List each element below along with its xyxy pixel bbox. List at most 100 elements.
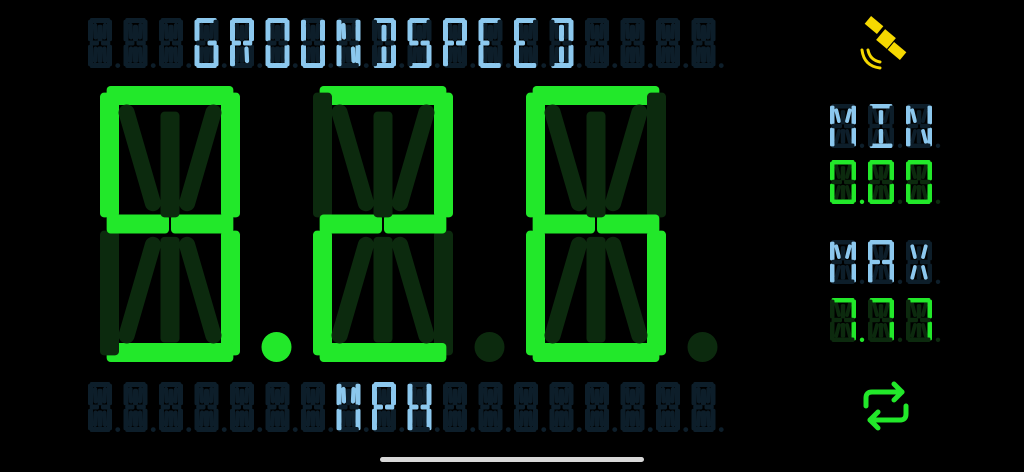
segment-b <box>426 383 432 406</box>
segment-g2 <box>314 40 324 46</box>
segment-m <box>845 265 852 280</box>
refresh-icon[interactable] <box>858 380 914 432</box>
segment-h <box>554 386 560 404</box>
segment-l <box>594 410 600 427</box>
segment-e <box>830 183 835 203</box>
segment-g1 <box>515 404 525 410</box>
segment-h <box>872 302 879 317</box>
segment-i <box>840 304 846 319</box>
segment-d <box>106 343 234 362</box>
segment-f <box>906 105 911 125</box>
segment-i <box>840 166 846 181</box>
segment-g2 <box>598 404 608 410</box>
title-dot <box>115 63 121 68</box>
title-dot <box>257 63 263 68</box>
segment-e <box>100 230 119 356</box>
segment-i <box>594 24 600 42</box>
segment-j <box>386 386 392 404</box>
segment-e <box>372 44 377 67</box>
segment-a <box>831 160 855 165</box>
segment-b <box>178 19 183 42</box>
segment-i <box>346 24 351 42</box>
segment-b <box>675 19 680 42</box>
segment-d <box>907 143 931 148</box>
segment-e <box>443 44 448 67</box>
segment-m <box>173 46 179 64</box>
segment-i <box>559 24 564 42</box>
segment-m <box>634 46 640 64</box>
segment-g2 <box>314 404 324 410</box>
segment-i <box>701 388 706 406</box>
segment-l <box>168 46 174 63</box>
segment-j <box>102 386 108 404</box>
min-label-cell <box>868 104 894 148</box>
segment-g2 <box>136 40 146 46</box>
segment-b <box>462 383 467 406</box>
title-dot <box>399 63 405 68</box>
title-dot <box>328 63 334 68</box>
segment-f <box>868 299 873 319</box>
segment-e <box>265 44 271 67</box>
home-indicator[interactable] <box>380 457 644 462</box>
segment-l <box>840 265 846 280</box>
segment-j <box>350 386 356 404</box>
segment-g1 <box>480 40 490 46</box>
segment-m <box>102 46 108 64</box>
segment-g1 <box>869 317 880 323</box>
segment-g2 <box>243 404 253 410</box>
segment-i <box>275 24 280 42</box>
segment-j <box>883 108 890 123</box>
segment-b <box>320 19 325 42</box>
segment-k <box>696 410 702 428</box>
segment-b <box>889 161 894 181</box>
segment-l <box>594 46 600 63</box>
segment-b <box>568 19 574 42</box>
segment-e <box>868 321 873 341</box>
segment-l <box>310 410 316 427</box>
segment-l <box>168 410 174 427</box>
unit-cell <box>301 382 325 432</box>
segment-d <box>831 199 855 204</box>
segment-l <box>586 236 606 343</box>
unit-cell <box>230 382 254 432</box>
segment-m <box>605 236 648 344</box>
segment-b <box>889 241 894 261</box>
segment-f <box>656 19 661 42</box>
segment-l <box>373 236 393 343</box>
segment-i <box>97 388 103 406</box>
segment-g1 <box>125 404 135 410</box>
unit-dot <box>328 427 334 432</box>
segment-k <box>92 46 98 64</box>
segment-m <box>279 46 285 64</box>
segment-b <box>213 383 219 406</box>
satellite-icon[interactable] <box>858 16 914 70</box>
segment-j <box>705 386 711 404</box>
segment-l <box>381 410 387 427</box>
segment-f <box>585 19 590 42</box>
title-cell <box>159 18 183 68</box>
segment-g1 <box>693 40 703 46</box>
segment-k <box>92 410 98 428</box>
segment-h <box>589 386 595 404</box>
unit-dot <box>470 427 476 432</box>
segment-g2 <box>384 214 447 234</box>
segment-d <box>869 199 893 204</box>
segment-j <box>137 386 143 404</box>
title-dot <box>647 63 653 68</box>
segment-j <box>208 22 214 40</box>
segment-f <box>585 383 590 406</box>
segment-h <box>834 164 841 179</box>
segment-g2 <box>882 259 893 265</box>
segment-f <box>194 19 200 42</box>
segment-h <box>199 386 205 404</box>
segment-k <box>910 323 917 338</box>
segment-f <box>88 19 93 42</box>
segment-i <box>701 24 706 42</box>
segment-j <box>244 22 250 40</box>
max-dot <box>897 337 903 342</box>
segment-m <box>315 410 321 428</box>
segment-l <box>523 410 529 427</box>
segment-g2 <box>207 404 217 410</box>
segment-g2 <box>171 214 234 234</box>
segment-k <box>544 236 587 344</box>
